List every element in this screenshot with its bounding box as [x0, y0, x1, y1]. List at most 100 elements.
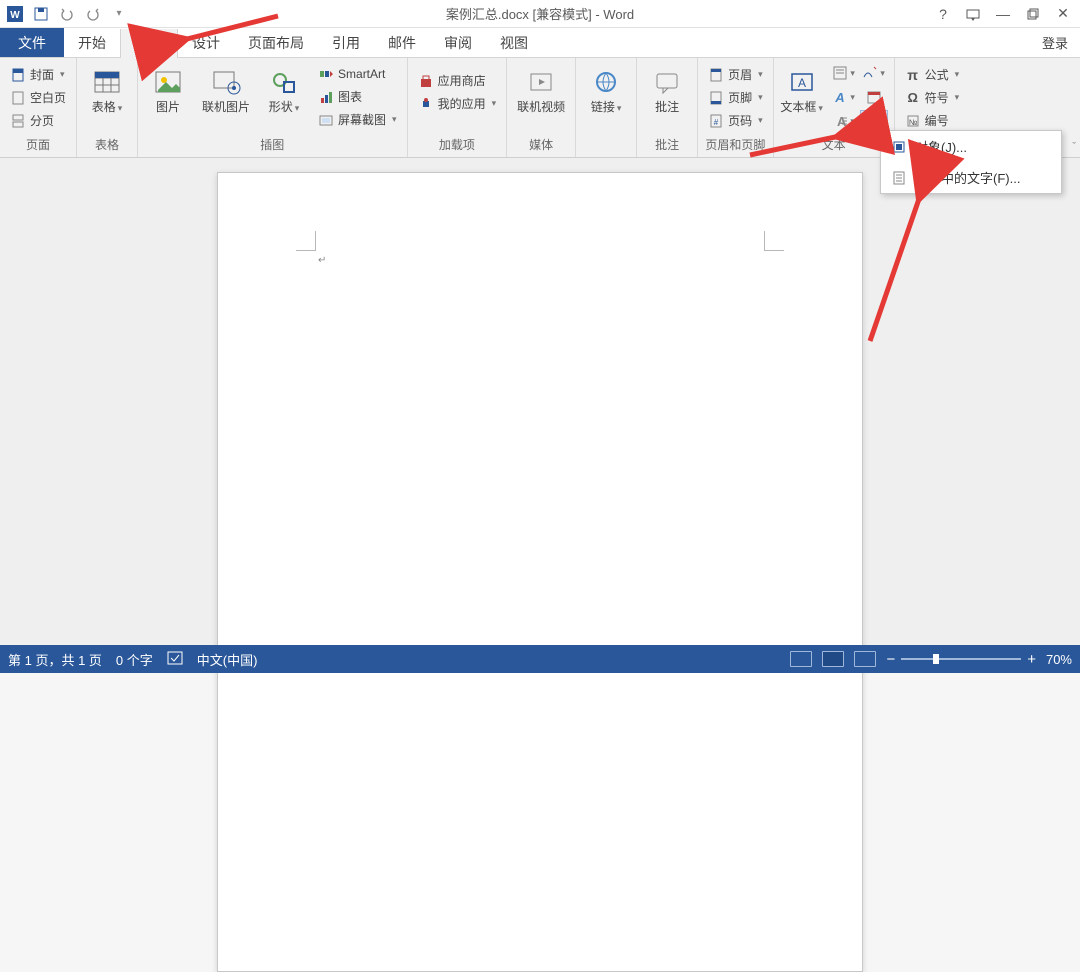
header-label: 页眉 [728, 66, 752, 83]
textbox-label: 文本框 [780, 100, 816, 114]
store-icon [418, 73, 434, 89]
title-bar: W ▾ 案例汇总.docx [兼容模式] - Word ? — ✕ [0, 0, 1080, 28]
wordart-button[interactable]: A▾ [830, 86, 858, 108]
object-menu-icon [891, 139, 907, 155]
paragraph-mark: ↵ [318, 255, 326, 266]
blank-page-button[interactable]: 空白页 [6, 87, 70, 108]
status-words[interactable]: 0 个字 [116, 650, 153, 669]
quickparts-button[interactable]: ▾ [830, 62, 858, 84]
help-button[interactable]: ? [930, 1, 956, 27]
tab-view[interactable]: 视图 [486, 28, 542, 57]
status-language[interactable]: 中文(中国) [197, 650, 258, 669]
menu-textfile-label: 文件中的文字(F)... [915, 168, 1020, 187]
cover-page-button[interactable]: 封面▾ [6, 64, 70, 85]
group-pages: 封面▾ 空白页 分页 页面 [0, 58, 77, 157]
zoom-thumb[interactable] [933, 654, 939, 664]
tab-insert[interactable]: 插入 [120, 29, 178, 58]
tab-review[interactable]: 审阅 [430, 28, 486, 57]
group-addins: 应用商店 我的应用▾ 加载项 [408, 58, 508, 157]
links-button[interactable]: 链接▾ [582, 62, 630, 120]
window-title: 案例汇总.docx [兼容模式] - Word [446, 4, 634, 23]
shapes-button[interactable]: 形状▾ [260, 62, 308, 120]
redo-icon[interactable] [82, 3, 104, 25]
online-pictures-icon [210, 66, 242, 98]
equation-icon: π [905, 67, 921, 83]
ribbon-options-button[interactable] [960, 1, 986, 27]
minimize-button[interactable]: — [990, 1, 1016, 27]
tab-home[interactable]: 开始 [64, 28, 120, 57]
dropcap-button[interactable]: A▾ [830, 110, 858, 132]
pictures-button[interactable]: 图片 [144, 62, 192, 120]
group-links: 链接▾ [576, 58, 637, 157]
quick-access-toolbar: W ▾ [0, 3, 134, 25]
smartart-button[interactable]: SmartArt [314, 64, 401, 84]
footer-button[interactable]: 页脚▾ [704, 87, 767, 108]
equation-button[interactable]: π公式▾ [901, 64, 964, 85]
online-video-button[interactable]: 联机视频 [513, 62, 569, 120]
margin-corner-tr [764, 231, 784, 251]
link-icon [590, 66, 622, 98]
view-print-button[interactable] [822, 651, 844, 667]
object-button[interactable]: ▾ [860, 110, 888, 132]
zoom-in-button[interactable]: + [1027, 651, 1036, 668]
zoom-track[interactable] [901, 658, 1021, 660]
page-1[interactable]: ↵ [217, 172, 863, 972]
zoom-level[interactable]: 70% [1046, 652, 1072, 667]
view-web-button[interactable] [854, 651, 876, 667]
group-label-illustrations: 插图 [144, 134, 401, 157]
tab-file[interactable]: 文件 [0, 28, 64, 57]
ribbon-collapse-icon[interactable]: ˇ [1072, 141, 1076, 153]
group-label-text: 文本 [780, 134, 888, 157]
qat-more-icon[interactable]: ▾ [108, 3, 130, 25]
status-bar: 第 1 页，共 1 页 0 个字 中文(中国) − + 70% [0, 645, 1080, 673]
tab-references[interactable]: 引用 [318, 28, 374, 57]
undo-icon[interactable] [56, 3, 78, 25]
menu-text-from-file[interactable]: 文件中的文字(F)... [881, 162, 1061, 193]
close-button[interactable]: ✕ [1050, 1, 1076, 27]
group-comments: 批注 批注 [637, 58, 698, 157]
proofing-icon[interactable] [167, 651, 183, 668]
number-button[interactable]: №编号 [901, 110, 964, 131]
menu-object[interactable]: 对象(J)... [881, 131, 1061, 162]
smartart-label: SmartArt [338, 67, 385, 81]
save-icon[interactable] [30, 3, 52, 25]
pagenum-button[interactable]: #页码▾ [704, 110, 767, 131]
header-button[interactable]: 页眉▾ [704, 64, 767, 85]
pictures-label: 图片 [156, 100, 180, 116]
number-icon: № [905, 113, 921, 129]
object-dropdown-menu: 对象(J)... 文件中的文字(F)... [880, 130, 1062, 194]
comments-button[interactable]: 批注 [643, 62, 691, 120]
menu-object-label: 对象(J)... [915, 137, 967, 156]
textbox-button[interactable]: A 文本框▾ [780, 62, 824, 120]
store-button[interactable]: 应用商店 [414, 70, 501, 91]
chart-button[interactable]: 图表 [314, 86, 401, 107]
links-label: 链接 [591, 100, 615, 114]
tab-mailings[interactable]: 邮件 [374, 28, 430, 57]
footer-icon [708, 90, 724, 106]
group-label-tables: 表格 [83, 134, 131, 157]
login-link[interactable]: 登录 [1030, 28, 1080, 57]
word-icon: W [4, 3, 26, 25]
datetime-button[interactable] [860, 86, 888, 108]
symbol-button[interactable]: Ω符号▾ [901, 87, 964, 108]
myapps-button[interactable]: 我的应用▾ [414, 93, 501, 114]
status-page[interactable]: 第 1 页，共 1 页 [8, 650, 102, 669]
tab-layout[interactable]: 页面布局 [234, 28, 318, 57]
symbol-label: 符号 [925, 89, 949, 106]
store-label: 应用商店 [438, 72, 486, 89]
screenshot-button[interactable]: 屏幕截图▾ [314, 109, 401, 130]
cover-icon [10, 67, 26, 83]
group-label-hf: 页眉和页脚 [704, 134, 767, 157]
footer-label: 页脚 [728, 89, 752, 106]
online-pictures-label: 联机图片 [202, 100, 250, 116]
table-button[interactable]: 表格▾ [83, 62, 131, 120]
zoom-slider[interactable]: − + [886, 651, 1036, 668]
tab-design[interactable]: 设计 [178, 28, 234, 57]
view-read-button[interactable] [790, 651, 812, 667]
video-icon [525, 66, 557, 98]
restore-button[interactable] [1020, 1, 1046, 27]
page-break-button[interactable]: 分页 [6, 110, 70, 131]
signature-button[interactable]: ▾ [860, 62, 888, 84]
online-pictures-button[interactable]: 联机图片 [198, 62, 254, 120]
zoom-out-button[interactable]: − [886, 651, 895, 668]
